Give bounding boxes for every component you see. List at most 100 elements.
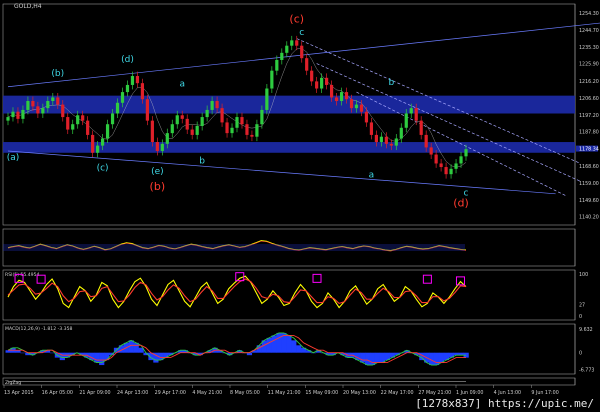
candle-body	[215, 101, 219, 109]
candle-body	[389, 143, 393, 146]
candle-body	[26, 101, 30, 110]
candle-body	[145, 99, 149, 121]
price-tick-label: 1206.60	[579, 96, 599, 102]
candle-body	[115, 102, 120, 114]
candle-body	[290, 40, 294, 46]
candle-body	[464, 149, 468, 157]
candle-body	[364, 111, 369, 123]
footer-url: [1278x837] https://upic.me/	[415, 397, 594, 410]
candle-body	[295, 40, 299, 46]
candle-body	[384, 136, 388, 144]
time-tick-label: 11 May 21:00	[268, 390, 301, 396]
symbol-label: GOLD,H4	[14, 3, 42, 10]
candle-body	[36, 106, 40, 114]
candle-body	[135, 76, 140, 84]
candle-body	[46, 101, 50, 109]
candle-body	[394, 138, 398, 146]
time-tick-label: 8 May 05:00	[230, 390, 260, 396]
candle-body	[205, 109, 209, 118]
time-tick-label: 29 Apr 17:00	[155, 390, 186, 396]
candle-body	[240, 117, 244, 125]
wave-label: (b)	[51, 69, 64, 79]
candle-body	[255, 124, 259, 137]
candle-body	[76, 115, 80, 125]
candle-body	[459, 156, 463, 164]
indicator-label: RSI(5) 55.4954	[5, 272, 40, 278]
price-tick-label: 1140.20	[579, 215, 599, 221]
candle-body	[96, 145, 100, 153]
candle-body	[16, 111, 20, 119]
macd-histogram-bar	[271, 335, 277, 353]
candle-body	[454, 163, 458, 169]
time-tick-label: 4 Jun 13:00	[494, 390, 521, 396]
macd-histogram-bar	[360, 352, 366, 363]
candle-body	[369, 122, 374, 135]
price-band	[3, 95, 575, 114]
candle-body	[404, 113, 408, 128]
candle-body	[210, 101, 214, 110]
macd-histogram-bar	[266, 337, 272, 353]
candle-body	[91, 134, 95, 153]
candle-body	[170, 124, 174, 134]
candle-body	[329, 84, 334, 98]
time-tick-label: 15 May 09:00	[305, 390, 338, 396]
price-tick-label: 1197.20	[579, 113, 599, 119]
candle-body	[270, 70, 274, 89]
candle-body	[175, 115, 179, 125]
price-band	[3, 142, 575, 153]
candle-body	[155, 142, 159, 151]
candle-body	[11, 111, 15, 118]
wave-label: (c)	[97, 164, 109, 174]
macd-histogram-bar	[276, 332, 282, 353]
wave-label: a	[179, 80, 185, 90]
candle-body	[81, 115, 85, 121]
price-tick-label: 1225.90	[579, 62, 599, 68]
candle-body	[110, 113, 115, 125]
candle-body	[225, 122, 229, 134]
candle-body	[235, 117, 239, 128]
time-tick-label: 24 Apr 13:00	[117, 390, 148, 396]
candle-body	[56, 97, 60, 105]
candle-body	[125, 84, 130, 93]
wave-label: (d)	[121, 55, 134, 65]
candle-body	[280, 52, 284, 60]
price-tick-label: 1168.60	[579, 164, 599, 170]
candle-body	[320, 77, 324, 89]
candle-body	[120, 92, 125, 103]
wave-label: b	[199, 156, 205, 166]
candle-body	[265, 88, 269, 110]
candle-body	[439, 163, 443, 168]
time-tick-label: 4 May 21:00	[192, 390, 222, 396]
macd-histogram-bar	[20, 352, 26, 354]
candle-body	[41, 108, 45, 114]
time-tick-label: 13 Apr 2015	[4, 390, 34, 396]
candle-body	[66, 117, 70, 130]
current-price-label: 1178.34	[579, 147, 599, 153]
candle-body	[285, 45, 289, 53]
price-tick-label: 1254.30	[579, 11, 599, 17]
indicator-label: ZigZag	[5, 380, 21, 386]
price-tick-label: 1187.80	[579, 130, 599, 136]
indicator-tick-label: -6.773	[579, 367, 594, 373]
time-tick-label: 21 Apr 09:00	[79, 390, 110, 396]
candle-body	[190, 129, 194, 135]
macd-histogram-bar	[296, 345, 302, 353]
candle-body	[86, 120, 90, 135]
candle-body	[275, 59, 279, 71]
indicator-tick-label: 9.632	[579, 327, 593, 333]
macd-histogram-bar	[99, 352, 105, 366]
candle-body	[100, 138, 105, 146]
wave-label: a	[369, 171, 375, 181]
candle-body	[305, 58, 309, 71]
candle-body	[31, 101, 35, 107]
candle-body	[399, 127, 403, 139]
macd-histogram-bar	[369, 352, 376, 366]
candle-body	[61, 104, 65, 118]
candle-body	[374, 134, 378, 143]
candle-body	[344, 92, 349, 100]
candle-body	[444, 167, 448, 175]
time-tick-label: 1 Jun 09:00	[456, 390, 483, 396]
candle-body	[105, 124, 110, 139]
candle-body	[21, 109, 25, 119]
candle-body	[180, 115, 184, 119]
